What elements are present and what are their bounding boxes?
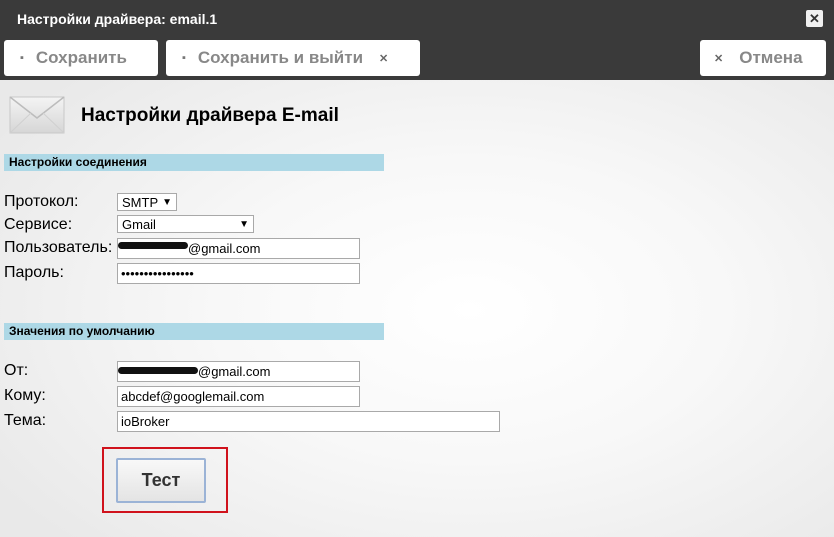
to-label: Кому: xyxy=(4,387,46,404)
to-value: abcdef@googlemail.com xyxy=(121,389,265,404)
password-value: •••••••••••••••• xyxy=(121,266,194,281)
subject-value: ioBroker xyxy=(121,414,170,429)
test-button[interactable]: Тест xyxy=(116,458,206,503)
settings-content: Настройки драйвера E-mail Настройки соед… xyxy=(0,80,834,537)
cancel-button[interactable]: ✕ Отмена xyxy=(700,40,826,76)
close-icon: ✕ xyxy=(379,52,389,65)
section-header-defaults: Значения по умолчанию xyxy=(4,323,384,340)
subject-input[interactable]: ioBroker xyxy=(117,411,500,432)
save-button-label: Сохранить xyxy=(35,48,127,67)
chevron-down-icon: ▼ xyxy=(239,219,249,230)
window-titlebar: Настройки драйвера: email.1 ✕ xyxy=(0,0,834,37)
protocol-value: SMTP xyxy=(122,195,159,210)
subject-label: Тема: xyxy=(4,412,47,429)
to-input[interactable]: abcdef@googlemail.com xyxy=(117,386,360,407)
redaction-mark xyxy=(118,242,188,249)
user-label: Пользователь: xyxy=(4,239,113,256)
page-title: Настройки драйвера E-mail xyxy=(81,105,339,126)
envelope-icon xyxy=(9,96,65,134)
cancel-button-label: Отмена xyxy=(739,48,803,67)
from-label: От: xyxy=(4,362,29,379)
close-icon[interactable]: ✕ xyxy=(806,10,823,27)
section-header-connection: Настройки соединения xyxy=(4,154,384,171)
from-value: @gmail.com xyxy=(198,364,271,379)
redaction-mark xyxy=(118,367,198,374)
window-title: Настройки драйвера: email.1 xyxy=(17,11,218,27)
service-value: Gmail xyxy=(122,217,156,232)
service-select[interactable]: Gmail ▼ xyxy=(117,215,254,233)
toolbar: ▪ Сохранить ▪ Сохранить и выйти ✕ ✕ Отме… xyxy=(0,37,834,80)
password-label: Пароль: xyxy=(4,264,64,281)
protocol-select[interactable]: SMTP ▼ xyxy=(117,193,177,211)
user-value: @gmail.com xyxy=(188,241,261,256)
service-label: Сервисе: xyxy=(4,216,73,233)
save-button[interactable]: ▪ Сохранить xyxy=(4,40,158,76)
password-input[interactable]: •••••••••••••••• xyxy=(117,263,360,284)
floppy-icon: ▪ xyxy=(182,52,186,64)
protocol-label: Протокол: xyxy=(4,193,79,210)
save-and-exit-button[interactable]: ▪ Сохранить и выйти ✕ xyxy=(166,40,420,76)
chevron-down-icon: ▼ xyxy=(162,197,172,208)
floppy-icon: ▪ xyxy=(20,52,24,64)
save-and-exit-label: Сохранить и выйти xyxy=(197,48,364,67)
close-icon: ✕ xyxy=(714,52,724,65)
